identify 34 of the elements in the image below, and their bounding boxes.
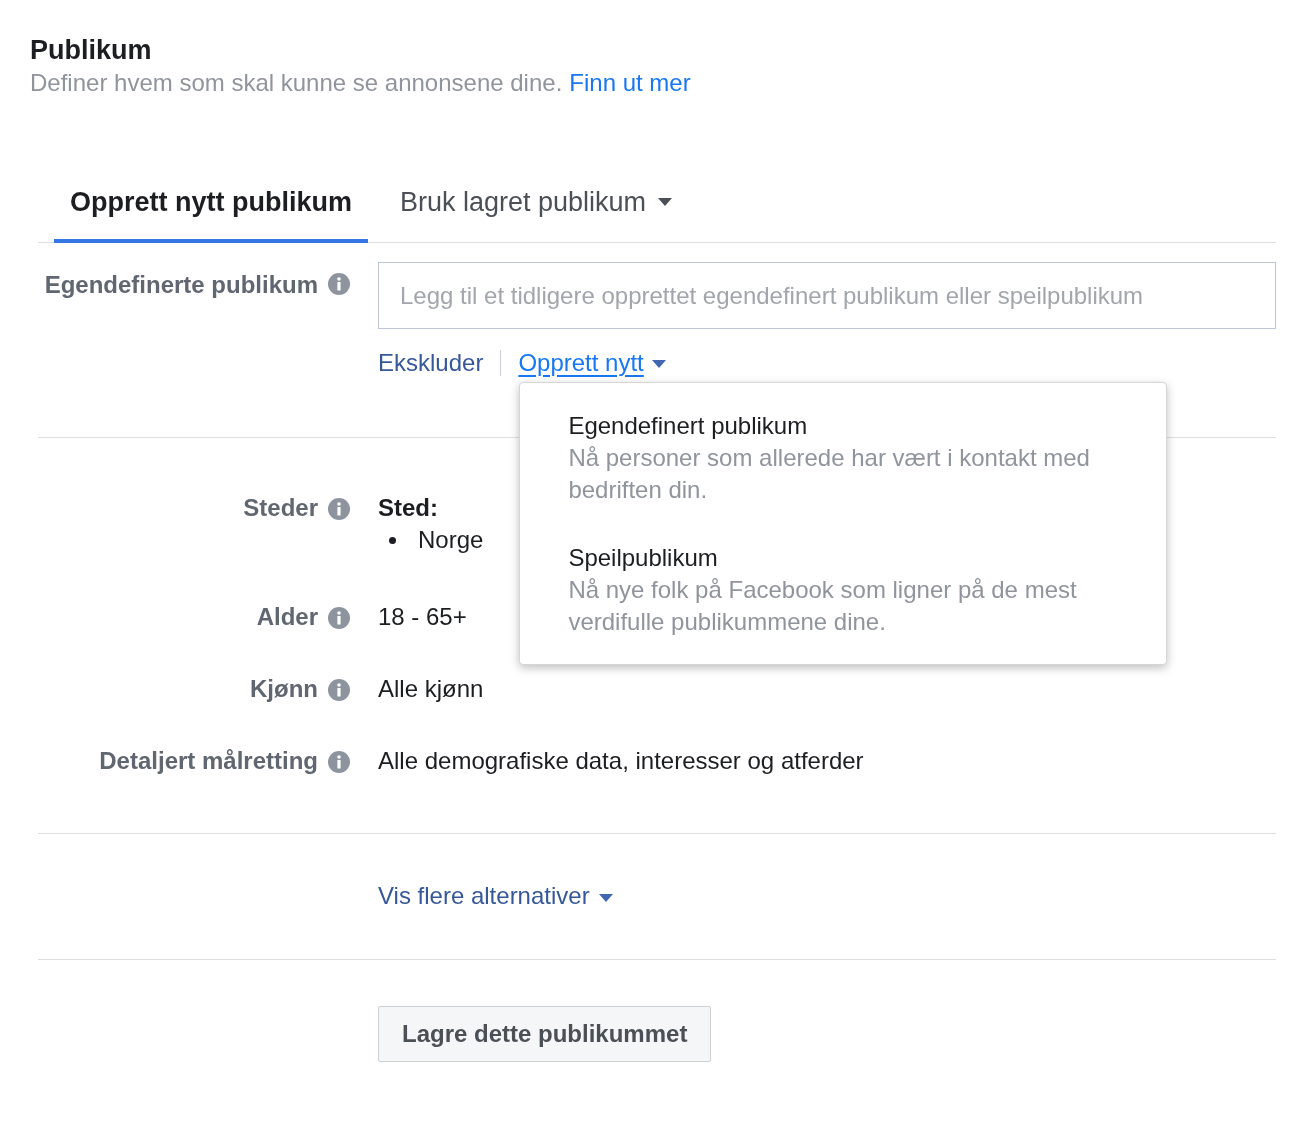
field-label: Kjønn [250,676,318,702]
menu-item-title: Speilpublikum [568,543,719,573]
field-label: Alder [256,604,318,630]
section-description: Definer hvem som skal kunne se annonsene dine. [30,69,563,97]
info-icon [328,273,350,295]
menu-item-title: Egendefinert publikum [568,411,809,441]
field-label: Egendefinerte publikum [44,272,318,298]
caret-down-icon [598,893,613,902]
field-value: Alle demografiske data, interesser og atferder [378,746,864,776]
save-audience-button[interactable]: Lagre dette publikummet [378,1006,712,1062]
tab[interactable]: Opprett nytt publikum [54,185,368,243]
more-options-link[interactable]: Vis flere alternativer [378,882,613,910]
info-icon [328,606,350,629]
field-label: Steder [243,495,318,521]
info-icon [328,678,350,701]
exclude-link[interactable]: Ekskluder [378,349,484,377]
section-title: Publikum [30,34,152,66]
info-icon [328,497,350,520]
location-value: Norge [418,525,484,555]
menu-item-description: Nå nye folk på Facebook som ligner på de mest verdifulle publikummene dine. [568,575,1078,637]
audience-search-field[interactable]: Legg til et tidligere opprettet egendefinert publikum eller speilpublikum [378,262,1276,329]
menu-item[interactable]: Egendefinert publikum Nå personer som allerede har vært i kontakt med bedriften din. [568,410,1131,506]
menu-item[interactable]: Speilpublikum Nå nye folk på Facebook som ligner på de mest verdifulle publikummene dine. [568,542,1131,638]
field-value: Alle kjønn [378,674,484,704]
tab[interactable]: Bruk lagret publikum [384,185,689,243]
field-label: Detaljert målretting [99,748,318,774]
menu-item-description: Nå personer som allerede har vært i kontakt med bedriften din. [568,443,1091,505]
bullet-icon [389,536,396,544]
learn-more-link[interactable]: Finn ut mer [569,69,691,97]
location-heading: Sted: [378,493,438,523]
create-new-dropdown[interactable]: Opprett nytt [518,348,666,378]
field-value: 18 - 65+ [378,602,467,632]
info-icon [328,750,350,773]
caret-down-icon [651,360,666,368]
